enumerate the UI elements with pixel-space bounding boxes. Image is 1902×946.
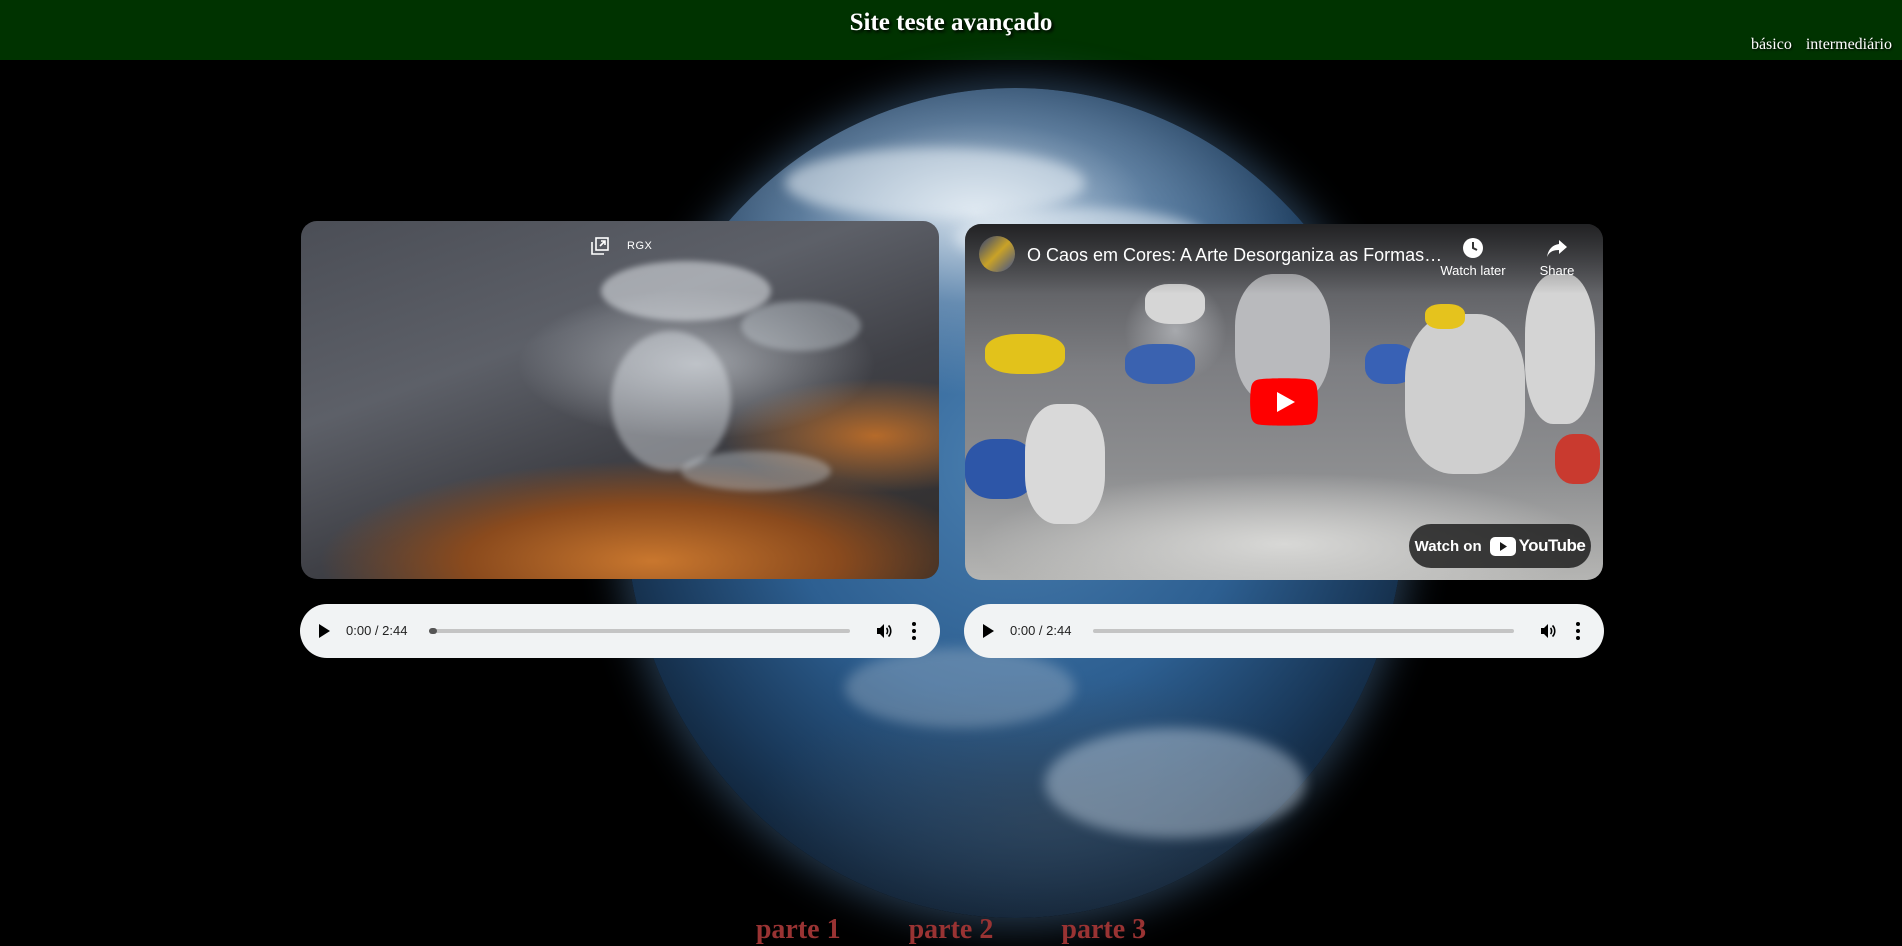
- play-icon[interactable]: [983, 624, 994, 638]
- audio-time: 0:00 / 2:44: [346, 623, 408, 638]
- video-title[interactable]: O Caos em Cores: A Arte Desorganiza as F…: [1027, 245, 1447, 266]
- nav-link-basico[interactable]: básico: [1751, 36, 1792, 54]
- part-1-link[interactable]: parte 1: [756, 914, 841, 945]
- audio-player-left[interactable]: 0:00 / 2:44: [300, 604, 940, 658]
- volume-icon[interactable]: [875, 622, 893, 640]
- youtube-embed[interactable]: O Caos em Cores: A Arte Desorganiza as F…: [965, 224, 1603, 580]
- share-arrow-icon: [1547, 240, 1567, 257]
- audio-time: 0:00 / 2:44: [1010, 623, 1072, 638]
- site-header: Site teste avançado básico intermediário: [0, 0, 1902, 60]
- video-overlay-label: RGX: [627, 240, 653, 252]
- part-2-link[interactable]: parte 2: [909, 914, 994, 945]
- site-title: Site teste avançado: [849, 9, 1053, 36]
- nav-link-intermediario[interactable]: intermediário: [1806, 36, 1892, 54]
- watch-later-label: Watch later: [1440, 263, 1506, 278]
- more-options-icon[interactable]: [912, 621, 916, 641]
- video-player-left[interactable]: RGX: [301, 221, 939, 579]
- share-label: Share: [1539, 263, 1575, 278]
- top-nav: básico intermediário: [1751, 36, 1892, 54]
- play-icon[interactable]: [319, 624, 330, 638]
- open-in-new-window-icon[interactable]: [591, 237, 609, 255]
- channel-avatar[interactable]: [979, 236, 1015, 272]
- audio-seek-bar[interactable]: [1093, 629, 1514, 633]
- youtube-logo-icon: [1489, 536, 1516, 556]
- watch-on-label: Watch on: [1414, 537, 1482, 555]
- youtube-logo: YouTube: [1489, 536, 1586, 556]
- audio-seek-bar[interactable]: [429, 628, 850, 634]
- volume-icon[interactable]: [1539, 622, 1557, 640]
- part-links: parte 1 parte 2 parte 3: [0, 914, 1902, 946]
- part-3-link[interactable]: parte 3: [1061, 914, 1146, 945]
- audio-seek-progress: [429, 628, 438, 634]
- clock-icon: [1463, 238, 1483, 258]
- audio-player-right[interactable]: 0:00 / 2:44: [964, 604, 1604, 658]
- youtube-wordmark: YouTube: [1518, 536, 1586, 555]
- youtube-play-button[interactable]: [1250, 378, 1318, 426]
- watch-later-button[interactable]: Watch later: [1433, 236, 1513, 278]
- share-button[interactable]: Share: [1517, 236, 1597, 278]
- watch-on-youtube-button[interactable]: Watch on YouTube: [1409, 524, 1591, 568]
- more-options-icon[interactable]: [1576, 621, 1580, 641]
